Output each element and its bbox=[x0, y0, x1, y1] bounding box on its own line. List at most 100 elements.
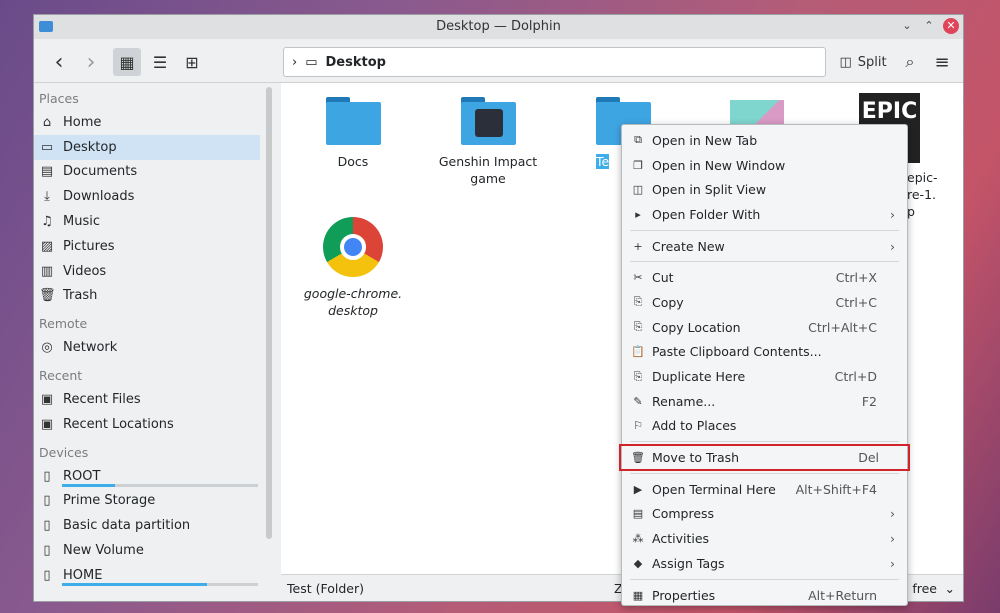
sidebar-item-label: Documents bbox=[63, 164, 138, 180]
menu-label: Paste Clipboard Contents... bbox=[652, 344, 822, 360]
sidebar-item-label: Downloads bbox=[63, 189, 135, 205]
chevron-right-icon: › bbox=[890, 238, 895, 254]
split-icon: ◫ bbox=[839, 54, 852, 70]
icons-view-button[interactable]: ▦ bbox=[113, 48, 141, 76]
shortcut: F2 bbox=[861, 393, 877, 409]
menu-label: Assign Tags bbox=[652, 555, 725, 571]
menu-item-activities[interactable]: ⁂ Activities › bbox=[622, 526, 907, 551]
title-bar: Desktop — Dolphin ⌄ ⌃ ✕ bbox=[34, 15, 963, 39]
sidebar-item-home[interactable]: ⌂ Home bbox=[34, 110, 276, 135]
sidebar-item-trash[interactable]: 🗑 Trash bbox=[34, 284, 276, 309]
menu-item-open-folder-with[interactable]: ▸ Open Folder With › bbox=[622, 202, 907, 227]
menu-item-move-to-trash[interactable]: 🗑 Move to Trash Del bbox=[619, 444, 910, 471]
back-button[interactable]: ‹ bbox=[46, 48, 72, 76]
sidebar-item-music[interactable]: ♫ Music bbox=[34, 209, 276, 234]
sidebar-item-pictures[interactable]: ▨ Pictures bbox=[34, 234, 276, 259]
chevron-down-icon[interactable]: ⌄ bbox=[945, 575, 955, 601]
menu-label: Add to Places bbox=[652, 418, 737, 434]
documents-icon: ▤ bbox=[40, 164, 54, 180]
sidebar-item-label: Music bbox=[63, 214, 100, 230]
compact-view-button[interactable]: ☰ bbox=[147, 48, 173, 76]
menu-item-properties[interactable]: ▦ Properties Alt+Return bbox=[622, 583, 907, 608]
breadcrumb[interactable]: › ▭ Desktop bbox=[283, 47, 826, 77]
sidebar-item-documents[interactable]: ▤ Documents bbox=[34, 160, 276, 185]
drive-icon: ▯ bbox=[43, 468, 51, 484]
sidebar-item-basic-data-partition[interactable]: ▯ Basic data partition bbox=[34, 513, 276, 538]
sidebar-item-label: Pictures bbox=[63, 238, 115, 254]
recent-files-icon: ▣ bbox=[40, 392, 54, 408]
sidebar-item-root[interactable]: ▯ ROOT bbox=[34, 464, 276, 489]
minimize-button[interactable]: ⌄ bbox=[899, 18, 915, 34]
sidebar-item-label: ROOT bbox=[63, 468, 101, 484]
menu-item-open-in-split-view[interactable]: ◫ Open in Split View bbox=[622, 177, 907, 202]
search-button[interactable]: ⌕ bbox=[898, 48, 922, 76]
menu-icon: ⁂ bbox=[632, 532, 644, 546]
menu-label: Properties bbox=[652, 587, 716, 603]
menu-item-copy[interactable]: ⎘ Copy Ctrl+C bbox=[622, 290, 907, 315]
file-name: Docs bbox=[337, 154, 369, 169]
split-button[interactable]: ◫ Split bbox=[834, 48, 892, 76]
recent-locations-icon: ▣ bbox=[40, 416, 54, 432]
sidebar-item-recent-files[interactable]: ▣ Recent Files bbox=[34, 387, 276, 412]
forward-button[interactable]: › bbox=[78, 48, 104, 76]
sidebar-item-recent-locations[interactable]: ▣ Recent Locations bbox=[34, 412, 276, 437]
menu-item-rename[interactable]: ✎ Rename... F2 bbox=[622, 389, 907, 414]
sidebar-scrollbar[interactable] bbox=[266, 87, 272, 539]
section-places: Places bbox=[39, 91, 79, 106]
sidebar-item-network[interactable]: ◎ Network bbox=[34, 335, 276, 360]
menu-icon: ◫ bbox=[632, 183, 644, 197]
file-google-chrome[interactable]: google-chrome. desktop bbox=[298, 217, 408, 319]
menu-icon: ⧉ bbox=[634, 133, 642, 147]
shortcut: Alt+Return bbox=[808, 587, 877, 603]
menu-label: Create New bbox=[652, 238, 725, 254]
menu-item-create-new[interactable]: + Create New › bbox=[622, 234, 907, 259]
menu-icon: 📋 bbox=[631, 345, 645, 359]
sidebar-item-prime-storage[interactable]: ▯ Prime Storage bbox=[34, 489, 276, 514]
trash-icon: 🗑 bbox=[39, 288, 56, 304]
file-genshin[interactable]: Genshin Impact game bbox=[433, 97, 543, 187]
sidebar-item-label: Prime Storage bbox=[63, 493, 156, 509]
sidebar-item-label: Recent Files bbox=[63, 392, 141, 408]
menu-item-open-in-new-window[interactable]: ❐ Open in New Window bbox=[622, 153, 907, 178]
menu-label: Open Terminal Here bbox=[652, 481, 776, 497]
menu-icon: 🗑 bbox=[631, 451, 645, 465]
menu-separator bbox=[630, 578, 899, 580]
sidebar-item-label: Trash bbox=[63, 288, 98, 304]
usage-bar bbox=[62, 483, 258, 487]
menu-item-copy-location[interactable]: ⎘ Copy Location Ctrl+Alt+C bbox=[622, 315, 907, 340]
maximize-button[interactable]: ⌃ bbox=[921, 18, 937, 34]
sidebar-item-label: Network bbox=[63, 340, 118, 356]
menu-separator bbox=[630, 472, 899, 474]
sidebar-item-new-volume[interactable]: ▯ New Volume bbox=[34, 538, 276, 563]
chrome-icon bbox=[323, 217, 383, 277]
menu-label: Activities bbox=[652, 531, 710, 547]
menu-label: Move to Trash bbox=[652, 450, 740, 466]
sidebar-item-downloads[interactable]: ⤓ Downloads bbox=[34, 184, 276, 209]
drive-icon: ▯ bbox=[43, 543, 51, 559]
menu-item-cut[interactable]: ✂ Cut Ctrl+X bbox=[622, 265, 907, 290]
menu-separator bbox=[630, 229, 899, 231]
menu-icon: ▶ bbox=[633, 482, 643, 496]
sidebar-item-label: Basic data partition bbox=[63, 518, 191, 534]
sidebar-item-desktop[interactable]: ▭ Desktop bbox=[34, 134, 260, 160]
menu-item-add-to-places[interactable]: ⚐ Add to Places bbox=[622, 414, 907, 439]
menu-item-assign-tags[interactable]: ◆ Assign Tags › bbox=[622, 551, 907, 576]
details-view-button[interactable]: ⊞ bbox=[179, 48, 205, 76]
menu-item-open-in-new-tab[interactable]: ⧉ Open in New Tab bbox=[622, 128, 907, 153]
menu-icon: ▸ bbox=[635, 207, 641, 221]
folder-icon bbox=[460, 97, 516, 145]
menu-item-paste-clipboard-contents[interactable]: 📋 Paste Clipboard Contents... bbox=[622, 340, 907, 365]
chevron-right-icon: › bbox=[890, 531, 895, 547]
menu-item-duplicate-here[interactable]: ⎘ Duplicate Here Ctrl+D bbox=[622, 364, 907, 389]
menu-button[interactable]: ≡ bbox=[930, 48, 954, 76]
breadcrumb-desktop[interactable]: Desktop bbox=[326, 55, 386, 70]
sidebar-item-home[interactable]: ▯ HOME bbox=[34, 563, 276, 588]
file-docs[interactable]: Docs bbox=[298, 97, 408, 170]
places-panel: Places ⌂ Home ▭ Desktop ▤ Documents ⤓ Downloads ♫… bbox=[34, 83, 276, 601]
menu-label: Open in New Tab bbox=[652, 132, 758, 148]
drive-icon: ▯ bbox=[43, 518, 51, 534]
menu-item-open-terminal-here[interactable]: ▶ Open Terminal Here Alt+Shift+F4 bbox=[622, 477, 907, 502]
sidebar-item-videos[interactable]: ▥ Videos bbox=[34, 259, 276, 284]
close-button[interactable]: ✕ bbox=[943, 18, 959, 34]
menu-item-compress[interactable]: ▤ Compress › bbox=[622, 502, 907, 527]
